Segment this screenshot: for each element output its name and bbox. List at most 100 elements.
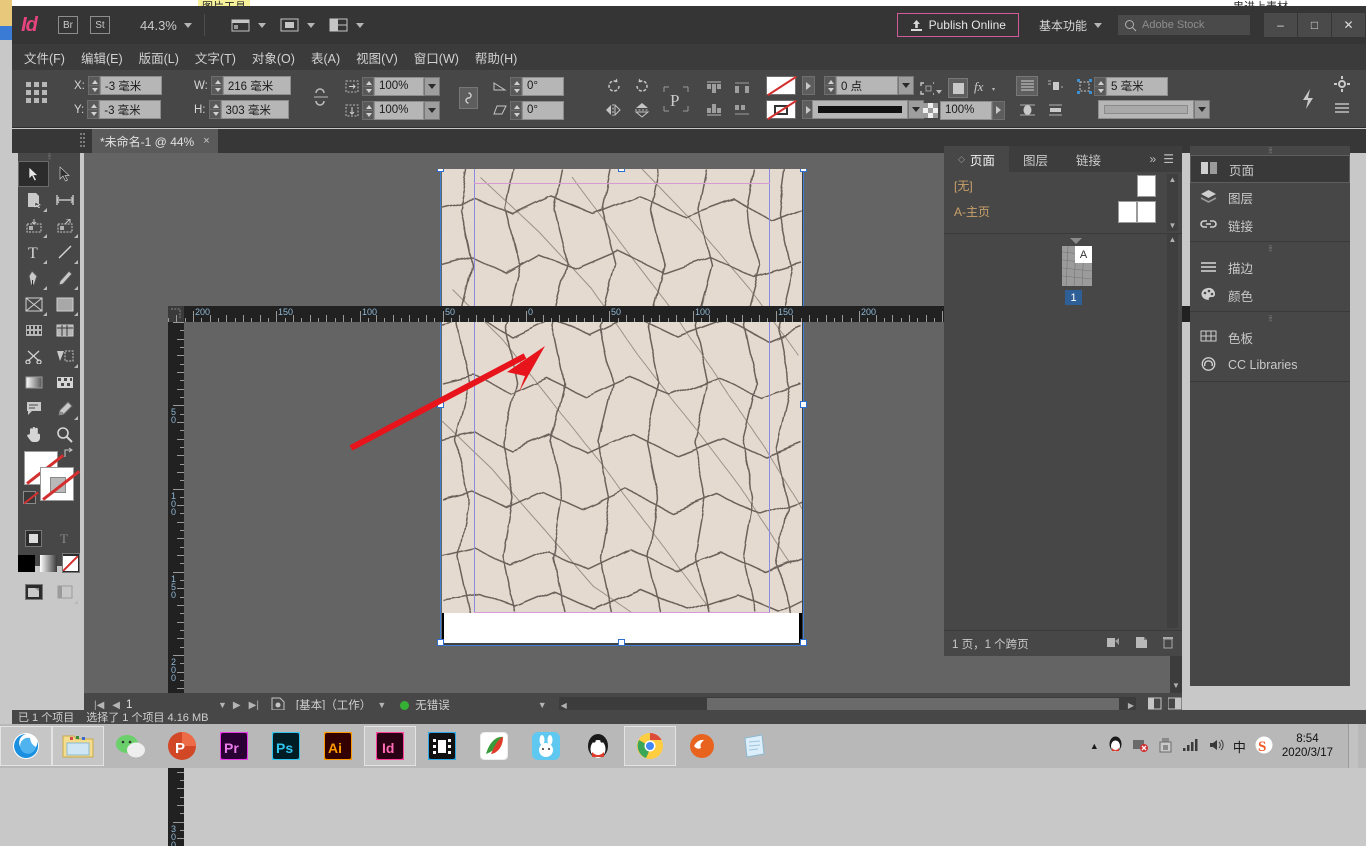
menu-help[interactable]: 帮助(H) — [475, 48, 517, 67]
close-icon[interactable]: × — [203, 135, 209, 147]
wrap-offset-stepper[interactable] — [1094, 77, 1106, 96]
panel-menu-icon[interactable]: ☰ — [1163, 152, 1174, 166]
text-wrap-object-shape-button[interactable] — [1016, 100, 1038, 120]
shear-field[interactable]: 0° — [490, 100, 564, 120]
constrain-scale-icon[interactable] — [459, 87, 478, 109]
constrain-wh-icon[interactable] — [312, 88, 330, 106]
free-transform-tool[interactable] — [18, 317, 49, 343]
dock-grip[interactable]: ⦙⦙⦙⦙ — [1190, 314, 1350, 323]
menu-edit[interactable]: 编辑(E) — [81, 48, 123, 67]
select-container-icon[interactable]: P — [662, 84, 690, 114]
scroll-right-icon[interactable]: ▶ — [1128, 701, 1134, 710]
page-tool[interactable] — [18, 187, 49, 213]
selection-handle-bm[interactable] — [618, 639, 625, 646]
dock-item-stroke[interactable]: 描边 — [1190, 253, 1350, 281]
taskbar-rabbit-app[interactable] — [520, 726, 572, 766]
taskbar-chrome[interactable] — [624, 726, 676, 766]
scale-y-field[interactable]: 100% — [342, 100, 440, 120]
qq-tray-icon[interactable] — [1108, 736, 1123, 756]
direct-selection-tool[interactable] — [49, 161, 80, 187]
toolbox-grip[interactable]: ⦙⦙⦙ — [18, 153, 80, 161]
x-stepper[interactable] — [88, 76, 100, 95]
rotation-field[interactable]: 0° — [490, 76, 564, 96]
maximize-button[interactable]: □ — [1298, 13, 1332, 37]
scroll-up-icon[interactable]: ▲ — [1167, 234, 1178, 245]
page-thumbnail[interactable]: A — [1062, 246, 1092, 286]
stroke-weight-stepper[interactable] — [824, 76, 836, 95]
distribute-vertical-button[interactable] — [732, 100, 752, 120]
rotation-stepper[interactable] — [510, 77, 522, 96]
stroke-weight-value[interactable]: 0 点 — [836, 76, 898, 95]
publish-online-button[interactable]: Publish Online — [897, 13, 1019, 37]
h-value[interactable]: 303 毫米 — [221, 100, 289, 119]
stock-button[interactable]: St — [90, 16, 110, 34]
opacity-button[interactable] — [948, 78, 968, 98]
menu-object[interactable]: 对象(O) — [252, 48, 295, 67]
preview-mode-button[interactable] — [49, 579, 80, 605]
formatting-affects-container-button[interactable] — [18, 525, 49, 551]
fill-stroke-control[interactable] — [18, 447, 80, 525]
selection-handle-bl[interactable] — [437, 639, 444, 646]
scroll-left-icon[interactable]: ◀ — [561, 701, 567, 710]
effects-fx-button[interactable]: fx — [974, 78, 998, 94]
master-item-a[interactable]: A-主页 — [944, 198, 1182, 224]
scissors-tool[interactable] — [18, 343, 49, 369]
taskbar-browser-360[interactable] — [0, 726, 52, 766]
last-page-icon[interactable]: ▶| — [249, 700, 259, 711]
dock-item-swatches[interactable]: 色板 — [1190, 323, 1350, 351]
taskbar-file-explorer[interactable] — [52, 726, 104, 766]
scale-x-stepper[interactable] — [362, 77, 374, 96]
default-fill-stroke-icon[interactable] — [23, 491, 36, 504]
masters-scrollbar[interactable]: ▲ ▼ — [1167, 174, 1178, 231]
table-tool[interactable] — [49, 317, 80, 343]
w-stepper[interactable] — [211, 76, 223, 95]
gap-tool[interactable] — [49, 187, 80, 213]
collapse-icon[interactable]: » — [1150, 152, 1157, 166]
menu-file[interactable]: 文件(F) — [24, 48, 65, 67]
line-tool[interactable] — [49, 239, 80, 265]
scroll-down-icon[interactable]: ▼ — [1170, 681, 1182, 691]
stroke-style-field[interactable] — [812, 100, 924, 119]
h-stepper[interactable] — [209, 100, 221, 119]
y-value[interactable]: -3 毫米 — [99, 100, 161, 119]
reference-point-icon[interactable] — [24, 80, 50, 106]
taskbar-powerpoint[interactable]: P — [156, 726, 208, 766]
scale-y-stepper[interactable] — [362, 101, 374, 120]
bridge-button[interactable]: Br — [58, 16, 78, 34]
adobe-stock-search[interactable]: Adobe Stock — [1118, 15, 1250, 35]
arrange-documents-icon[interactable] — [329, 17, 364, 33]
dock-item-links[interactable]: 链接 — [1190, 211, 1350, 239]
wrap-contour-dropdown[interactable] — [1194, 100, 1210, 119]
ime-chinese-icon[interactable]: 中 — [1233, 737, 1246, 756]
shear-value[interactable]: 0° — [522, 101, 564, 120]
shear-stepper[interactable] — [510, 101, 522, 120]
dock-item-color[interactable]: 颜色 — [1190, 281, 1350, 309]
stroke-weight-field[interactable]: 0 点 — [824, 76, 914, 95]
opacity-field[interactable]: 100% — [920, 100, 1005, 120]
delete-page-icon[interactable] — [1162, 636, 1174, 652]
pages-list[interactable]: A 1 ▲ — [944, 234, 1182, 628]
show-hidden-icons-icon[interactable]: ▲ — [1090, 741, 1099, 751]
zoom-tool[interactable] — [49, 421, 80, 447]
taskbar-photoshop[interactable]: Ps — [260, 726, 312, 766]
rectangle-tool[interactable] — [49, 291, 80, 317]
selection-tool[interactable] — [18, 161, 49, 187]
flip-vertical-button[interactable] — [632, 100, 652, 120]
taskbar-wechat[interactable] — [104, 726, 156, 766]
text-wrap-jump-object-button[interactable] — [1044, 100, 1066, 120]
menu-window[interactable]: 窗口(W) — [414, 48, 459, 67]
pencil-tool[interactable] — [49, 265, 80, 291]
selection-handle-tl[interactable] — [437, 169, 444, 172]
apply-none-button[interactable] — [62, 553, 80, 573]
gear-icon[interactable] — [1334, 76, 1350, 92]
rotation-value[interactable]: 0° — [522, 77, 564, 96]
preflight-dropdown-icon[interactable]: ▼ — [377, 700, 386, 710]
dock-grip[interactable]: ⦙⦙⦙⦙ — [1190, 146, 1350, 155]
volume-icon[interactable] — [1208, 738, 1224, 755]
scale-x-value[interactable]: 100% — [374, 77, 424, 96]
selection-handle-br[interactable] — [800, 639, 807, 646]
opacity-menu[interactable] — [992, 101, 1005, 120]
quick-apply-icon[interactable] — [1300, 88, 1316, 110]
dock-item-pages[interactable]: 页面 — [1190, 155, 1350, 183]
taskbar-notepad[interactable] — [728, 726, 780, 766]
